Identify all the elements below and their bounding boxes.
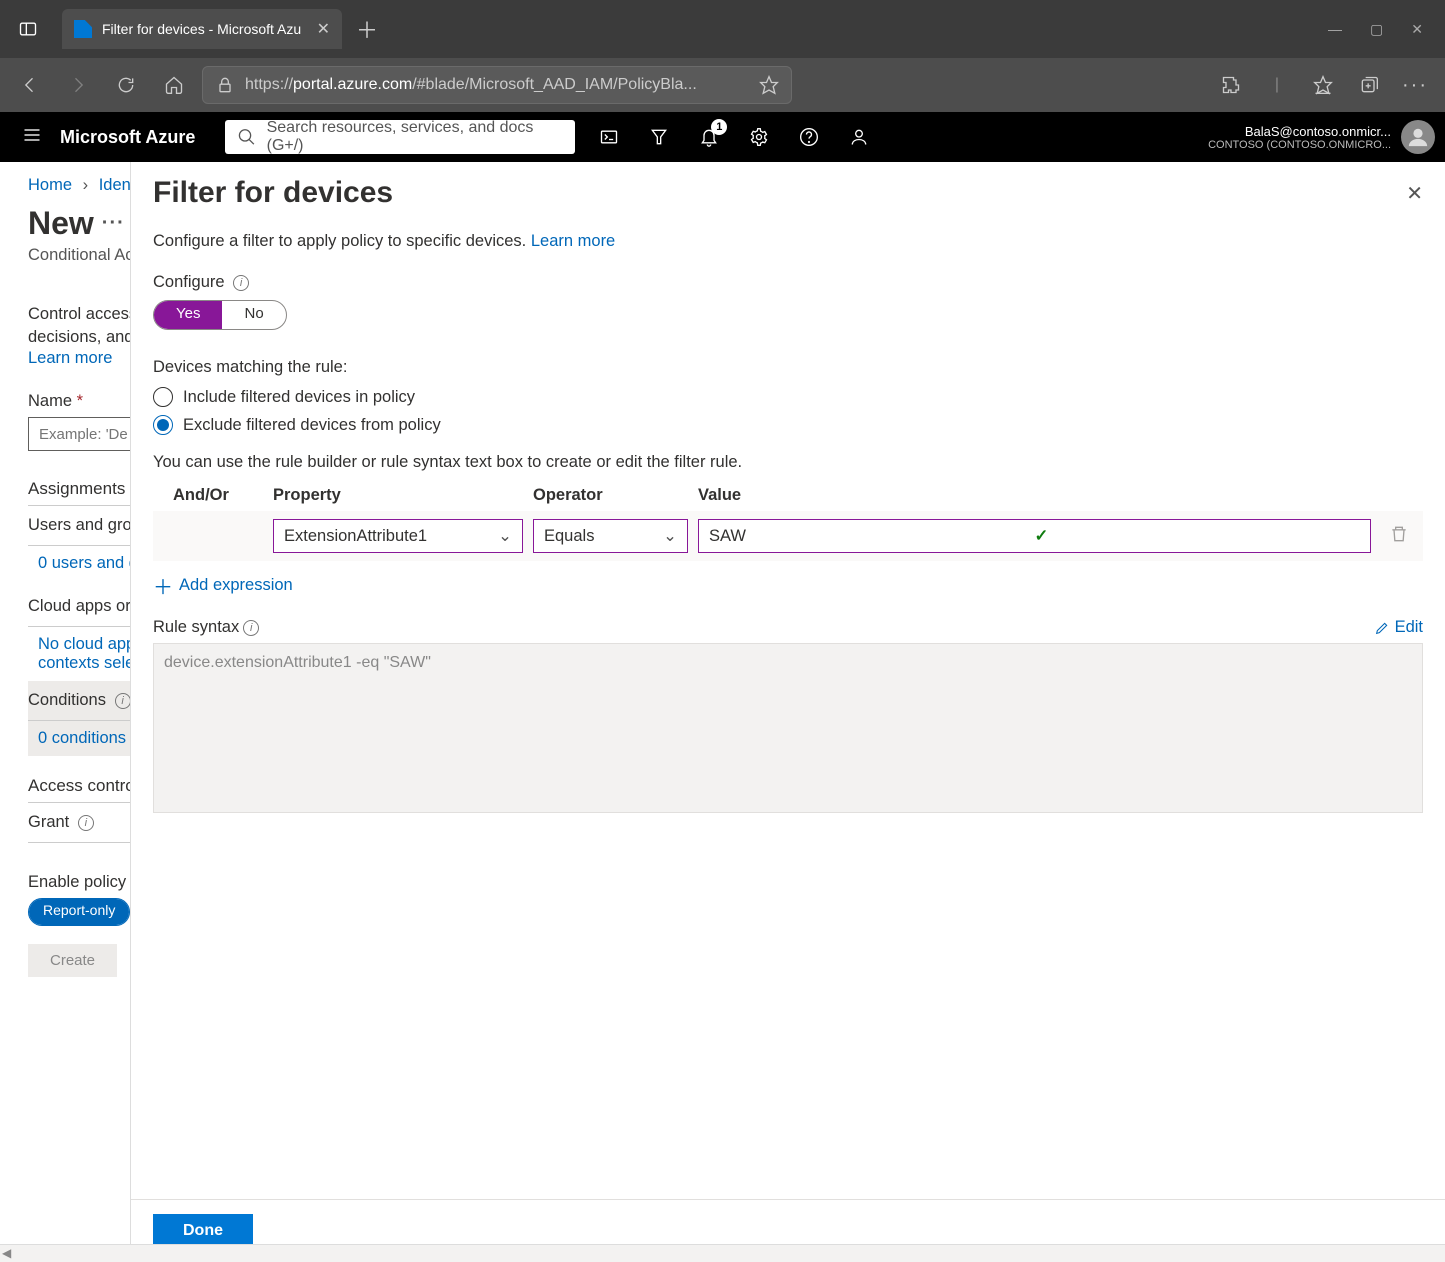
value-input[interactable]: SAW ✓ bbox=[698, 519, 1371, 553]
page-more-icon[interactable]: ··· bbox=[102, 212, 125, 235]
tab-close-icon[interactable]: ✕ bbox=[317, 19, 330, 39]
browser-tab[interactable]: Filter for devices - Microsoft Azu ✕ bbox=[62, 9, 342, 49]
radio-exclude[interactable]: Exclude filtered devices from policy bbox=[153, 411, 1423, 439]
address-bar[interactable]: https://portal.azure.com/#blade/Microsof… bbox=[202, 66, 792, 104]
search-input[interactable]: Search resources, services, and docs (G+… bbox=[225, 120, 575, 154]
configure-label: Configure bbox=[153, 273, 225, 291]
operator-dropdown[interactable]: Equals ⌄ bbox=[533, 519, 688, 553]
lock-icon bbox=[215, 75, 235, 95]
menu-icon[interactable]: ··· bbox=[1395, 65, 1435, 105]
report-only-option[interactable]: Report-only bbox=[29, 899, 129, 925]
horizontal-scrollbar[interactable]: ◀ bbox=[0, 1244, 1445, 1262]
notifications-icon[interactable]: 1 bbox=[687, 115, 731, 159]
collections-icon[interactable] bbox=[1349, 65, 1389, 105]
create-button[interactable]: Create bbox=[28, 944, 117, 977]
rule-help-text: You can use the rule builder or rule syn… bbox=[153, 453, 1423, 472]
window-close[interactable]: ✕ bbox=[1411, 21, 1423, 38]
avatar bbox=[1401, 120, 1435, 154]
tab-title: Filter for devices - Microsoft Azu bbox=[102, 21, 307, 37]
toggle-yes[interactable]: Yes bbox=[154, 301, 222, 329]
info-icon[interactable]: i bbox=[78, 815, 94, 831]
home-button[interactable] bbox=[154, 65, 194, 105]
page-title: New bbox=[28, 205, 94, 242]
hamburger-menu[interactable] bbox=[8, 125, 56, 150]
info-icon[interactable]: i bbox=[243, 620, 259, 636]
blade-learn-more[interactable]: Learn more bbox=[531, 232, 615, 250]
radio-include[interactable]: Include filtered devices in policy bbox=[153, 383, 1423, 411]
account-name: BalaS@contoso.onmicr... bbox=[1208, 124, 1391, 139]
brand-label[interactable]: Microsoft Azure bbox=[60, 127, 195, 148]
favorites-icon[interactable] bbox=[1303, 65, 1343, 105]
account-tenant: CONTOSO (CONTOSO.ONMICRO... bbox=[1208, 139, 1391, 151]
info-icon[interactable]: i bbox=[115, 693, 131, 709]
feedback-icon[interactable] bbox=[837, 115, 881, 159]
col-operator: Operator bbox=[533, 486, 688, 505]
configure-toggle[interactable]: Yes No bbox=[153, 300, 287, 330]
blade-title: Filter for devices bbox=[153, 176, 393, 210]
chevron-down-icon: ⌄ bbox=[663, 526, 677, 546]
refresh-button[interactable] bbox=[106, 65, 146, 105]
col-value: Value bbox=[698, 486, 1423, 505]
learn-more-link[interactable]: Learn more bbox=[28, 349, 112, 367]
favorite-icon[interactable] bbox=[759, 75, 779, 95]
matching-label: Devices matching the rule: bbox=[153, 358, 1423, 377]
url-text: https://portal.azure.com/#blade/Microsof… bbox=[245, 76, 749, 94]
search-icon bbox=[237, 127, 256, 147]
blade-description: Configure a filter to apply policy to sp… bbox=[153, 232, 526, 250]
window-minimize[interactable]: — bbox=[1328, 21, 1342, 38]
tab-panel-icon[interactable] bbox=[0, 19, 56, 39]
rule-row: ExtensionAttribute1 ⌄ Equals ⌄ SAW ✓ bbox=[153, 511, 1423, 561]
extensions-icon[interactable] bbox=[1211, 65, 1251, 105]
settings-icon[interactable] bbox=[737, 115, 781, 159]
check-icon: ✓ bbox=[1035, 526, 1361, 546]
done-button[interactable]: Done bbox=[153, 1214, 253, 1248]
name-label: Name bbox=[28, 392, 72, 410]
radio-icon bbox=[153, 387, 173, 407]
directory-filter-icon[interactable] bbox=[637, 115, 681, 159]
window-maximize[interactable]: ▢ bbox=[1370, 21, 1383, 38]
back-button[interactable] bbox=[10, 65, 50, 105]
plus-icon: ＋ bbox=[153, 571, 173, 600]
search-placeholder: Search resources, services, and docs (G+… bbox=[267, 119, 564, 155]
rule-syntax-label: Rule syntax bbox=[153, 618, 239, 637]
col-property: Property bbox=[273, 486, 523, 505]
delete-row-icon[interactable] bbox=[1389, 524, 1413, 549]
toggle-no[interactable]: No bbox=[222, 301, 285, 329]
enable-policy-toggle[interactable]: Report-only bbox=[28, 898, 130, 926]
breadcrumb-identity[interactable]: Iden bbox=[99, 176, 131, 194]
property-dropdown[interactable]: ExtensionAttribute1 ⌄ bbox=[273, 519, 523, 553]
scroll-left-icon[interactable]: ◀ bbox=[2, 1246, 11, 1260]
chevron-down-icon: ⌄ bbox=[498, 526, 512, 546]
notification-badge: 1 bbox=[711, 119, 727, 135]
radio-icon bbox=[153, 415, 173, 435]
add-expression-button[interactable]: ＋ Add expression bbox=[153, 571, 293, 600]
col-andor: And/Or bbox=[173, 486, 263, 505]
info-icon[interactable]: i bbox=[233, 275, 249, 291]
cloud-shell-icon[interactable] bbox=[587, 115, 631, 159]
divider: | bbox=[1257, 65, 1297, 105]
edit-button[interactable]: Edit bbox=[1374, 618, 1423, 637]
close-icon[interactable]: ✕ bbox=[1406, 181, 1423, 206]
help-icon[interactable] bbox=[787, 115, 831, 159]
rule-syntax-box[interactable]: device.extensionAttribute1 -eq "SAW" bbox=[153, 643, 1423, 813]
breadcrumb-home[interactable]: Home bbox=[28, 176, 72, 194]
forward-button[interactable] bbox=[58, 65, 98, 105]
account-menu[interactable]: BalaS@contoso.onmicr... CONTOSO (CONTOSO… bbox=[1208, 120, 1443, 154]
favicon-azure bbox=[74, 20, 92, 38]
new-tab-button[interactable]: ＋ bbox=[356, 13, 378, 45]
